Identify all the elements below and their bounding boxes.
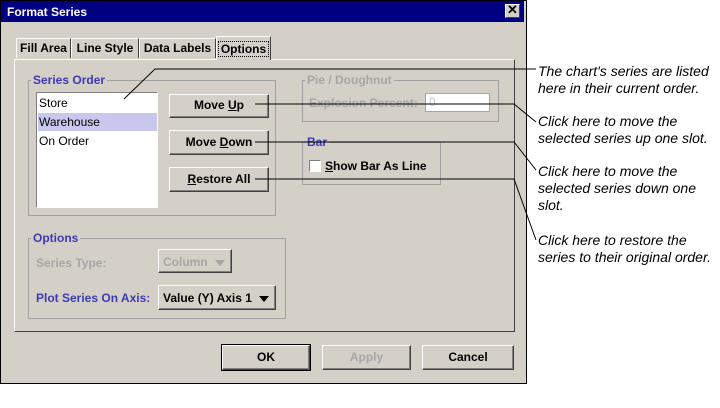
leader-line-list [123, 68, 536, 100]
callout-move-down: Click here to move the selected series d… [538, 163, 696, 214]
callout-line: here in their current order. [538, 80, 700, 96]
callout-line: The chart's series are listed [538, 63, 709, 79]
callout-line: Click here to restore the [538, 232, 687, 248]
callout-line: selected series up one slot. [538, 130, 708, 146]
tab-label: Options [217, 41, 270, 57]
callout-restore-all: Click here to restore the series to thei… [538, 232, 711, 266]
leader-line-move-down [255, 141, 537, 171]
callout-series-list: The chart's series are listed here in th… [538, 63, 709, 97]
leader-line-move-up [255, 103, 537, 123]
callout-line: selected series down one [538, 180, 696, 196]
callout-line: series to their original order. [538, 249, 712, 265]
leader-line-restore-all [255, 178, 537, 241]
tab-options[interactable]: Options [216, 36, 271, 60]
callout-move-up: Click here to move the selected series u… [538, 113, 708, 147]
callout-line: slot. [538, 197, 564, 213]
callout-line: Click here to move the [538, 113, 678, 129]
callout-line: Click here to move the [538, 163, 678, 179]
